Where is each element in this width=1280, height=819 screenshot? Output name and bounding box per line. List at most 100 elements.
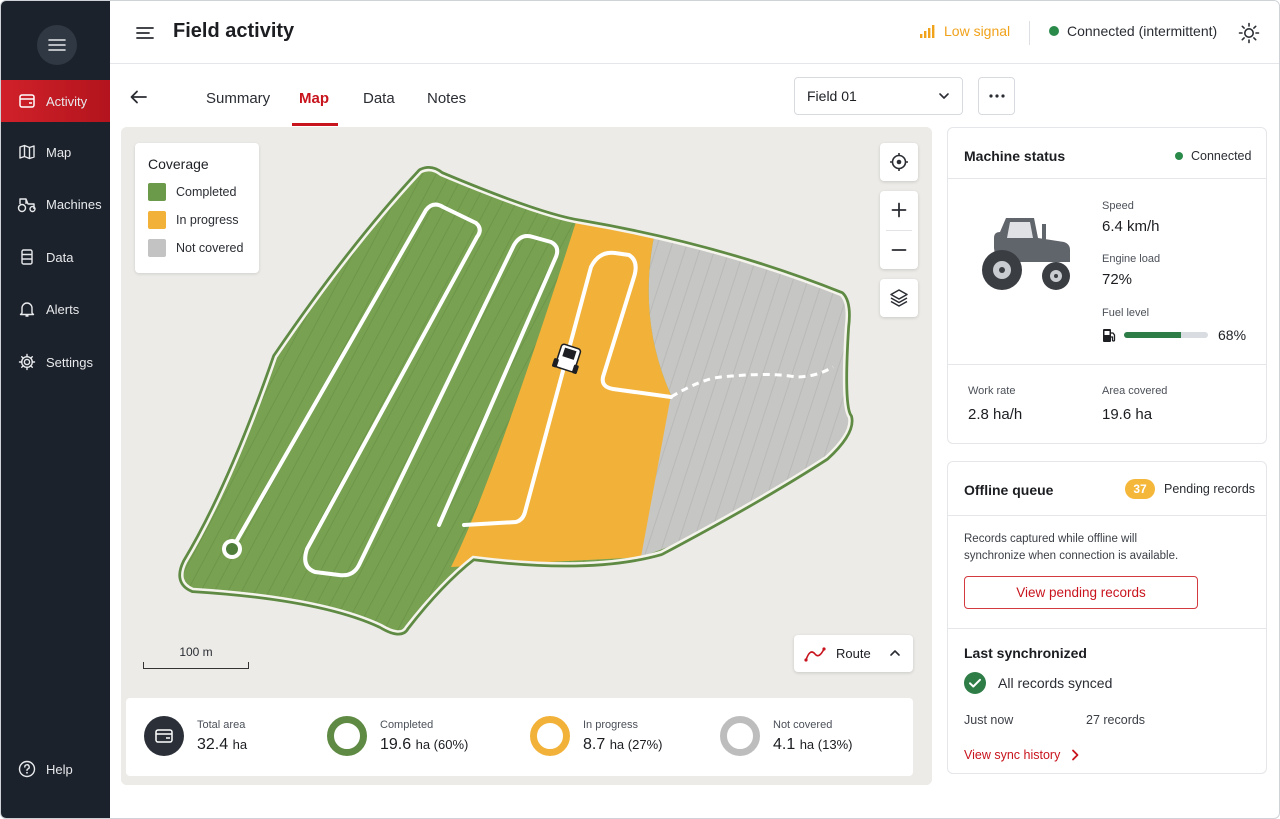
last-sync-title: Last synchronized bbox=[964, 645, 1087, 661]
legend-swatch-in-progress bbox=[148, 211, 166, 229]
layers-icon bbox=[890, 289, 908, 307]
work-rate-label: Work rate bbox=[968, 385, 1016, 397]
zoom-out-button[interactable] bbox=[880, 231, 918, 269]
collapse-menu-button[interactable] bbox=[134, 22, 156, 44]
tractor-illustration bbox=[982, 218, 1070, 290]
speed-field: Speed 6.4 km/h bbox=[1102, 200, 1160, 235]
map-panel[interactable]: Coverage Completed In progress Not cover… bbox=[121, 127, 932, 785]
signal-status: Low signal bbox=[920, 23, 1010, 39]
sidebar-item-activity[interactable]: Activity bbox=[1, 80, 110, 122]
layers-button[interactable] bbox=[880, 279, 918, 317]
stat-label: Not covered bbox=[773, 718, 833, 731]
tab-map[interactable]: Map bbox=[299, 90, 329, 107]
sync-record-count: 27 records bbox=[1086, 713, 1146, 727]
scale-bar: 100 m bbox=[143, 645, 249, 669]
sidebar-item-map[interactable]: Map bbox=[1, 131, 110, 173]
sidebar: Activity Map Machines Data Alerts Settin… bbox=[1, 1, 110, 818]
more-options-button[interactable] bbox=[978, 77, 1015, 115]
zoom-in-button[interactable] bbox=[880, 191, 918, 229]
view-sync-history-link[interactable]: View sync history bbox=[964, 748, 1080, 762]
header-divider bbox=[1029, 21, 1030, 45]
menu-button[interactable] bbox=[37, 25, 77, 65]
coverage-legend: Coverage Completed In progress Not cover… bbox=[135, 143, 259, 273]
sidebar-item-alerts[interactable]: Alerts bbox=[1, 288, 110, 330]
sidebar-item-settings[interactable]: Settings bbox=[1, 341, 110, 383]
card-divider bbox=[948, 628, 1266, 629]
area-covered-label: Area covered bbox=[1102, 385, 1168, 397]
app-window: Activity Map Machines Data Alerts Settin… bbox=[0, 0, 1280, 819]
status-dot bbox=[1175, 152, 1183, 160]
engine-load-label: Engine load bbox=[1102, 253, 1161, 265]
sidebar-item-help[interactable]: Help bbox=[1, 748, 110, 790]
fuel-level-bar bbox=[1124, 332, 1208, 338]
status-dot bbox=[1049, 26, 1059, 36]
page-title: Field activity bbox=[173, 20, 295, 42]
sun-icon bbox=[1238, 22, 1260, 44]
field-select-value: Field 01 bbox=[807, 88, 857, 104]
theme-toggle-button[interactable] bbox=[1237, 21, 1261, 45]
field-select[interactable]: Field 01 bbox=[794, 77, 963, 115]
status-label: Connected bbox=[1191, 149, 1252, 163]
crosshair-icon bbox=[890, 153, 908, 171]
tractor-icon bbox=[17, 194, 37, 214]
pending-count: 37 Pending records bbox=[1125, 479, 1255, 499]
chevron-up-icon bbox=[890, 650, 900, 656]
engine-load-field: Engine load 72% bbox=[1102, 253, 1160, 288]
gear-icon bbox=[17, 352, 37, 372]
stat-unit: ha (13%) bbox=[799, 736, 853, 752]
stat-completed: Completed 19.6 ha (60%) bbox=[327, 716, 468, 756]
tab-data[interactable]: Data bbox=[363, 90, 395, 107]
view-pending-records-button[interactable]: View pending records bbox=[964, 576, 1198, 609]
sync-status-label: All records synced bbox=[998, 675, 1113, 691]
sidebar-item-label: Help bbox=[46, 761, 73, 777]
description-line: Records captured while offline will bbox=[964, 533, 1138, 545]
stat-in-progress: In progress 8.7 ha (27%) bbox=[530, 716, 662, 756]
sidebar-item-machines[interactable]: Machines bbox=[1, 183, 110, 225]
legend-item: In progress bbox=[148, 211, 246, 229]
work-rate-value: 2.8 ha/h bbox=[968, 406, 1023, 423]
completed-ring-icon bbox=[327, 716, 367, 756]
connection-status: Connected (intermittent) bbox=[1049, 23, 1217, 39]
legend-swatch-not-covered bbox=[148, 239, 166, 257]
sidebar-item-label: Machines bbox=[46, 196, 102, 212]
machine-connection-status: Connected bbox=[1175, 149, 1251, 163]
description-line: synchronize when connection is available… bbox=[964, 550, 1179, 562]
signal-label: Low signal bbox=[944, 23, 1011, 39]
sidebar-item-label: Activity bbox=[46, 93, 88, 109]
check-circle-icon bbox=[964, 672, 986, 694]
tab-summary[interactable]: Summary bbox=[206, 90, 270, 107]
help-icon bbox=[17, 759, 37, 779]
signal-bars-icon bbox=[920, 25, 935, 38]
route-label: Route bbox=[836, 646, 871, 661]
legend-swatch-completed bbox=[148, 183, 166, 201]
legend-label: In progress bbox=[176, 213, 239, 227]
stat-label: In progress bbox=[583, 718, 639, 731]
card-title: Offline queue bbox=[964, 482, 1054, 498]
work-rate-field: Work rate 2.8 ha/h bbox=[968, 385, 1022, 423]
sidebar-item-label: Data bbox=[46, 249, 74, 265]
card-title: Machine status bbox=[964, 148, 1066, 164]
fuel-level-fill bbox=[1124, 332, 1182, 338]
card-divider bbox=[948, 364, 1266, 365]
route-toggle-button[interactable]: Route bbox=[794, 635, 913, 672]
machine-status-card: Machine status Connected Speed 6.4 km/h … bbox=[947, 127, 1267, 444]
area-covered-value: 19.6 ha bbox=[1102, 406, 1153, 423]
fuel-level-field: Fuel level 68% bbox=[1102, 307, 1252, 343]
sidebar-item-data[interactable]: Data bbox=[1, 236, 110, 278]
legend-title: Coverage bbox=[148, 156, 209, 172]
area-covered-field: Area covered 19.6 ha bbox=[1102, 385, 1167, 423]
stat-label: Completed bbox=[380, 718, 434, 731]
stat-unit: ha (27%) bbox=[609, 736, 663, 752]
offline-description: Records captured while offline will sync… bbox=[964, 531, 1178, 565]
stat-label: Total area bbox=[197, 718, 246, 731]
header: Field activity Low signal Connected (int… bbox=[110, 1, 1279, 64]
legend-item: Not covered bbox=[148, 239, 246, 257]
back-button[interactable] bbox=[129, 87, 149, 107]
stat-not-covered: Not covered 4.1 ha (13%) bbox=[720, 716, 852, 756]
stat-value: 4.1 bbox=[773, 735, 796, 753]
pending-count-label: Pending records bbox=[1164, 482, 1256, 496]
offline-queue-card: Offline queue 37 Pending records Records… bbox=[947, 461, 1267, 774]
locate-button[interactable] bbox=[880, 143, 918, 181]
tab-notes[interactable]: Notes bbox=[427, 90, 466, 107]
stat-total-area: Total area 32.4 ha bbox=[144, 716, 247, 756]
